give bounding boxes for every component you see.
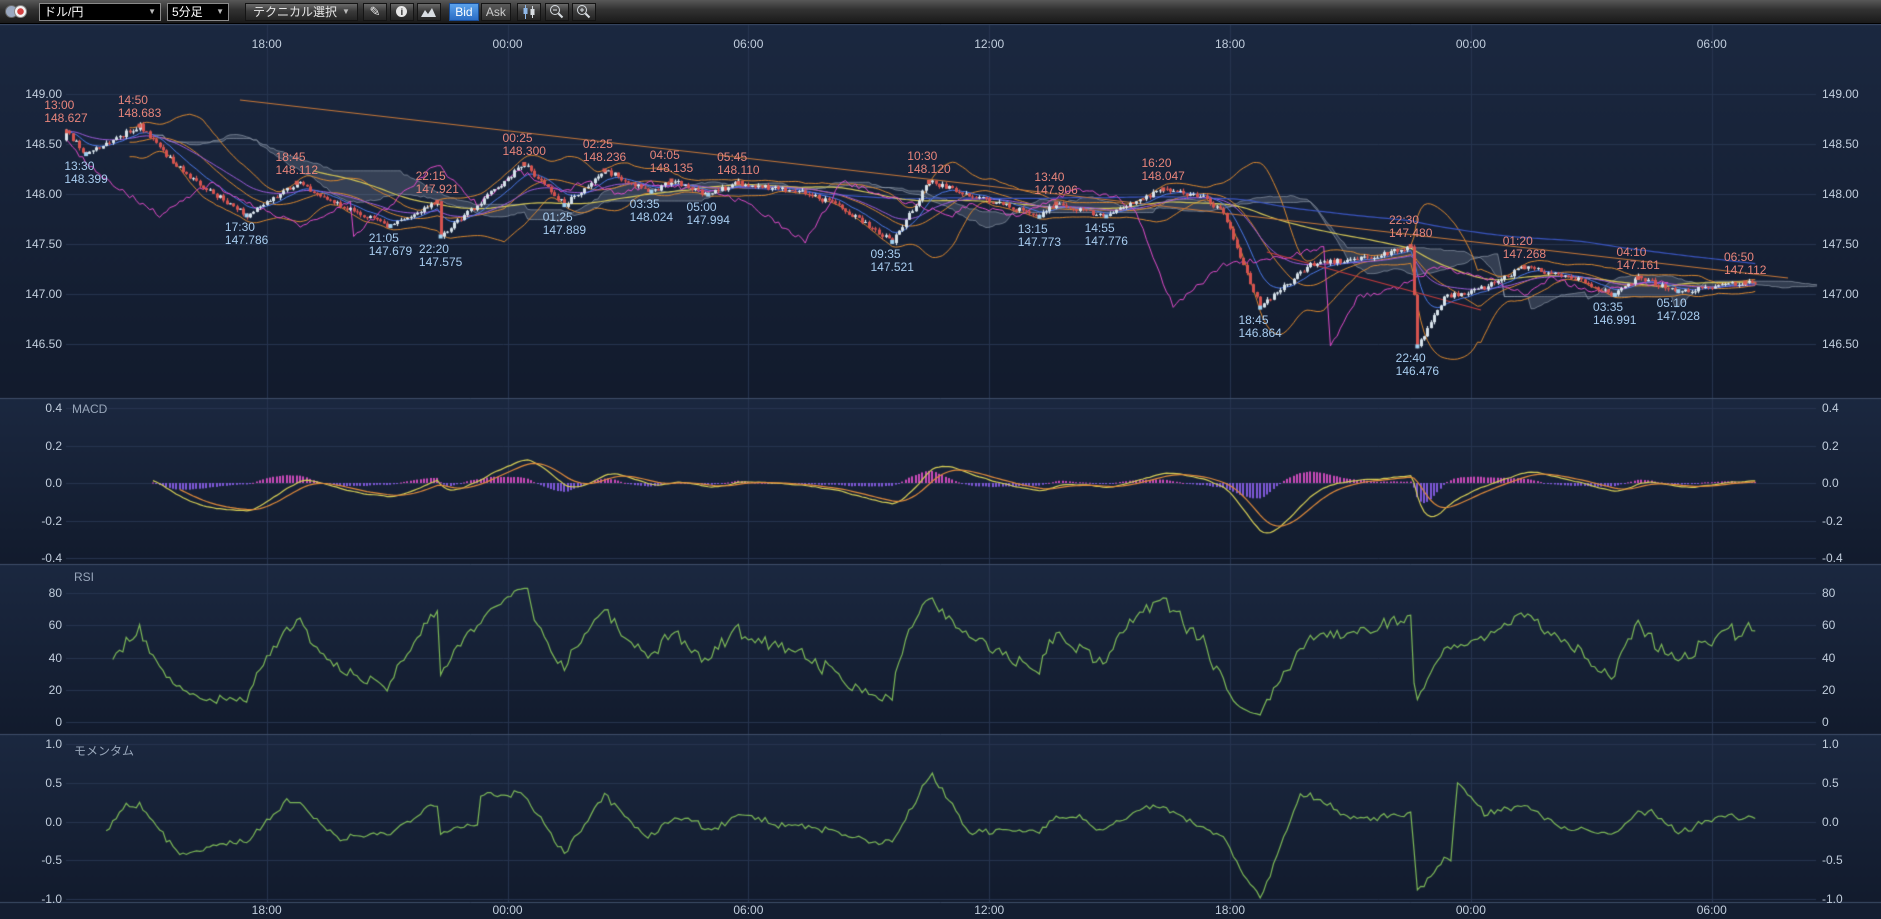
- currency-pair-select[interactable]: ドル/円 ▼: [39, 3, 161, 21]
- area-chart-icon: [421, 6, 437, 18]
- info-icon: i: [396, 6, 407, 17]
- currency-pair-value: ドル/円: [44, 3, 83, 20]
- toolbar: ドル/円 ▼ 5分足 ▼ テクニカル選択 ▼ ✎ i Bid Ask: [0, 0, 1881, 24]
- rsi-panel-label: RSI: [74, 570, 94, 584]
- chevron-down-icon: ▼: [342, 7, 350, 16]
- candlestick-chart-button[interactable]: [517, 3, 541, 21]
- chevron-down-icon: ▼: [148, 7, 156, 16]
- technical-select-button[interactable]: テクニカル選択 ▼: [245, 3, 358, 21]
- pencil-icon: ✎: [369, 5, 380, 18]
- timeframe-select[interactable]: 5分足 ▼: [167, 3, 229, 21]
- fx-chart-app: 149.00149.00148.50148.50148.00148.00147.…: [0, 0, 1881, 919]
- chart-style-button[interactable]: [417, 3, 441, 21]
- technical-select-label: テクニカル選択: [253, 3, 337, 20]
- info-button[interactable]: i: [390, 3, 414, 21]
- bid-toggle-button[interactable]: Bid: [449, 3, 479, 21]
- ask-toggle-button[interactable]: Ask: [481, 3, 511, 21]
- candlestick-icon: [522, 5, 536, 19]
- currency-pair-flag-icon: [5, 3, 33, 20]
- zoom-in-button[interactable]: [572, 3, 596, 21]
- price-chart-canvas[interactable]: [0, 0, 1881, 919]
- chevron-down-icon: ▼: [216, 7, 224, 16]
- zoom-reset-icon: [549, 4, 564, 19]
- bid-label: Bid: [455, 5, 472, 19]
- ask-label: Ask: [486, 5, 506, 19]
- macd-panel-label: MACD: [72, 402, 107, 416]
- draw-tool-button[interactable]: ✎: [363, 3, 387, 21]
- momentum-panel-label: モメンタム: [74, 742, 134, 759]
- timeframe-value: 5分足: [172, 3, 203, 20]
- zoom-in-icon: [576, 4, 591, 19]
- zoom-reset-button[interactable]: [545, 3, 569, 21]
